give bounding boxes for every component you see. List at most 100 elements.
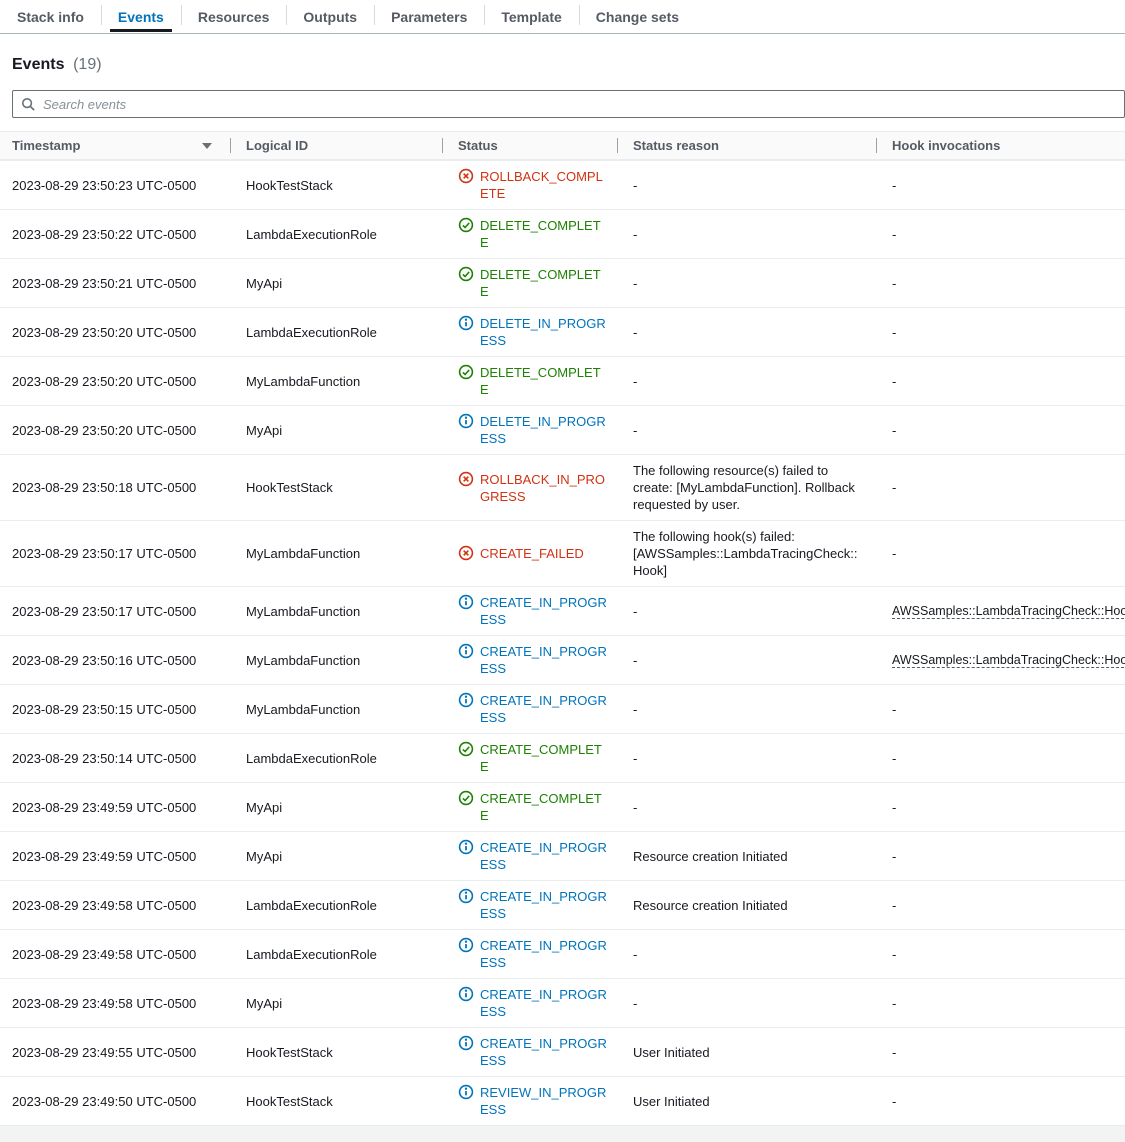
cell-logical-id: LambdaExecutionRole: [230, 317, 442, 348]
column-header-hook-invocations: Hook invocations: [876, 132, 1125, 159]
cell-logical-id: MyLambdaFunction: [230, 645, 442, 676]
page-background-strip: [0, 1126, 1125, 1142]
cell-logical-id: HookTestStack: [230, 1037, 442, 1068]
events-table: Timestamp Logical ID Status Status reaso…: [0, 131, 1125, 1126]
cell-timestamp: 2023-08-29 23:50:21 UTC-0500: [0, 268, 230, 299]
table-row: 2023-08-29 23:50:20 UTC-0500 MyApi DELET…: [0, 406, 1125, 455]
tab-label: Parameters: [391, 9, 467, 25]
table-row: 2023-08-29 23:50:17 UTC-0500 MyLambdaFun…: [0, 521, 1125, 587]
search-box: [12, 90, 1125, 118]
status-info-icon: [458, 1035, 474, 1051]
table-row: 2023-08-29 23:50:16 UTC-0500 MyLambdaFun…: [0, 636, 1125, 685]
tab-label: Template: [501, 9, 561, 25]
cell-hook-invocations: -: [876, 743, 1125, 774]
cell-timestamp: 2023-08-29 23:50:18 UTC-0500: [0, 472, 230, 503]
cell-logical-id: MyApi: [230, 792, 442, 823]
status-info-icon: [458, 986, 474, 1002]
tab-stack-info[interactable]: Stack info: [0, 0, 101, 33]
cell-timestamp: 2023-08-29 23:50:20 UTC-0500: [0, 415, 230, 446]
cell-status-reason: User Initiated: [617, 1086, 876, 1117]
cell-status: ROLLBACK_COMPLETE: [442, 161, 617, 209]
cell-hook-invocations: -: [876, 988, 1125, 1019]
cell-timestamp: 2023-08-29 23:50:17 UTC-0500: [0, 538, 230, 569]
tab-resources[interactable]: Resources: [181, 0, 287, 33]
tab-outputs[interactable]: Outputs: [286, 0, 374, 33]
table-row: 2023-08-29 23:50:22 UTC-0500 LambdaExecu…: [0, 210, 1125, 259]
cell-status-reason: -: [617, 317, 876, 348]
cell-hook-invocations: -: [876, 841, 1125, 872]
cell-status-reason: -: [617, 743, 876, 774]
cell-status: DELETE_COMPLETE: [442, 357, 617, 405]
table-row: 2023-08-29 23:50:18 UTC-0500 HookTestSta…: [0, 455, 1125, 521]
hook-invocation-link[interactable]: AWSSamples::LambdaTracingCheck::Hook: [892, 604, 1125, 619]
cell-logical-id: MyApi: [230, 841, 442, 872]
cell-logical-id: MyLambdaFunction: [230, 538, 442, 569]
cell-hook-invocations: -: [876, 939, 1125, 970]
hook-invocation-link[interactable]: AWSSamples::LambdaTracingCheck::Hook: [892, 653, 1125, 668]
cell-timestamp: 2023-08-29 23:49:50 UTC-0500: [0, 1086, 230, 1117]
cell-hook-invocations: -: [876, 317, 1125, 348]
status-info-icon: [458, 594, 474, 610]
tab-template[interactable]: Template: [484, 0, 578, 33]
status-info-icon: [458, 937, 474, 953]
column-header-status-reason: Status reason: [617, 132, 876, 159]
tab-events[interactable]: Events: [101, 0, 181, 33]
table-row: 2023-08-29 23:49:59 UTC-0500 MyApi CREAT…: [0, 783, 1125, 832]
status-success-icon: [458, 790, 474, 806]
status-info-icon: [458, 839, 474, 855]
column-header-timestamp[interactable]: Timestamp: [0, 132, 230, 159]
cell-status-reason: -: [617, 219, 876, 250]
status-info-icon: [458, 413, 474, 429]
table-row: 2023-08-29 23:49:58 UTC-0500 MyApi CREAT…: [0, 979, 1125, 1028]
cell-hook-invocations: AWSSamples::LambdaTracingCheck::Hook: [876, 595, 1125, 627]
cell-hook-invocations: -: [876, 538, 1125, 569]
cell-status: CREATE_COMPLETE: [442, 734, 617, 782]
cell-logical-id: MyApi: [230, 415, 442, 446]
tab-change-sets[interactable]: Change sets: [579, 0, 696, 33]
column-header-status: Status: [442, 132, 617, 159]
cell-hook-invocations: -: [876, 890, 1125, 921]
status-info-icon: [458, 888, 474, 904]
cell-status: CREATE_IN_PROGRESS: [442, 832, 617, 880]
table-row: 2023-08-29 23:50:20 UTC-0500 MyLambdaFun…: [0, 357, 1125, 406]
cell-hook-invocations: -: [876, 472, 1125, 503]
cell-logical-id: LambdaExecutionRole: [230, 219, 442, 250]
table-row: 2023-08-29 23:50:15 UTC-0500 MyLambdaFun…: [0, 685, 1125, 734]
cell-status: CREATE_IN_PROGRESS: [442, 636, 617, 684]
cell-hook-invocations: -: [876, 170, 1125, 201]
cell-status-reason: The following resource(s) failed to crea…: [617, 455, 876, 520]
cell-hook-invocations: -: [876, 694, 1125, 725]
cell-timestamp: 2023-08-29 23:50:15 UTC-0500: [0, 694, 230, 725]
cell-status: CREATE_IN_PROGRESS: [442, 979, 617, 1027]
cell-logical-id: MyLambdaFunction: [230, 694, 442, 725]
cell-timestamp: 2023-08-29 23:49:59 UTC-0500: [0, 841, 230, 872]
cell-status: CREATE_FAILED: [442, 538, 617, 569]
tab-parameters[interactable]: Parameters: [374, 0, 484, 33]
search-input[interactable]: [13, 91, 1124, 117]
cell-timestamp: 2023-08-29 23:49:58 UTC-0500: [0, 890, 230, 921]
panel-count: (19): [73, 56, 101, 73]
cell-status: CREATE_IN_PROGRESS: [442, 930, 617, 978]
cell-logical-id: HookTestStack: [230, 170, 442, 201]
cell-status: DELETE_COMPLETE: [442, 210, 617, 258]
cell-logical-id: MyLambdaFunction: [230, 366, 442, 397]
table-row: 2023-08-29 23:49:58 UTC-0500 LambdaExecu…: [0, 930, 1125, 979]
cell-status: DELETE_COMPLETE: [442, 259, 617, 307]
cell-status: CREATE_IN_PROGRESS: [442, 587, 617, 635]
table-row: 2023-08-29 23:49:55 UTC-0500 HookTestSta…: [0, 1028, 1125, 1077]
table-row: 2023-08-29 23:49:50 UTC-0500 HookTestSta…: [0, 1077, 1125, 1126]
cell-logical-id: HookTestStack: [230, 472, 442, 503]
cell-timestamp: 2023-08-29 23:49:55 UTC-0500: [0, 1037, 230, 1068]
cell-hook-invocations: -: [876, 268, 1125, 299]
cell-status-reason: -: [617, 170, 876, 201]
cell-status-reason: The following hook(s) failed: [AWSSample…: [617, 521, 876, 586]
table-row: 2023-08-29 23:50:20 UTC-0500 LambdaExecu…: [0, 308, 1125, 357]
status-success-icon: [458, 741, 474, 757]
cell-timestamp: 2023-08-29 23:50:17 UTC-0500: [0, 596, 230, 627]
cell-status-reason: -: [617, 645, 876, 676]
sort-descending-icon: [202, 143, 212, 149]
cell-hook-invocations: -: [876, 219, 1125, 250]
table-row: 2023-08-29 23:50:23 UTC-0500 HookTestSta…: [0, 161, 1125, 210]
cell-status: ROLLBACK_IN_PROGRESS: [442, 464, 617, 512]
cell-timestamp: 2023-08-29 23:49:58 UTC-0500: [0, 939, 230, 970]
